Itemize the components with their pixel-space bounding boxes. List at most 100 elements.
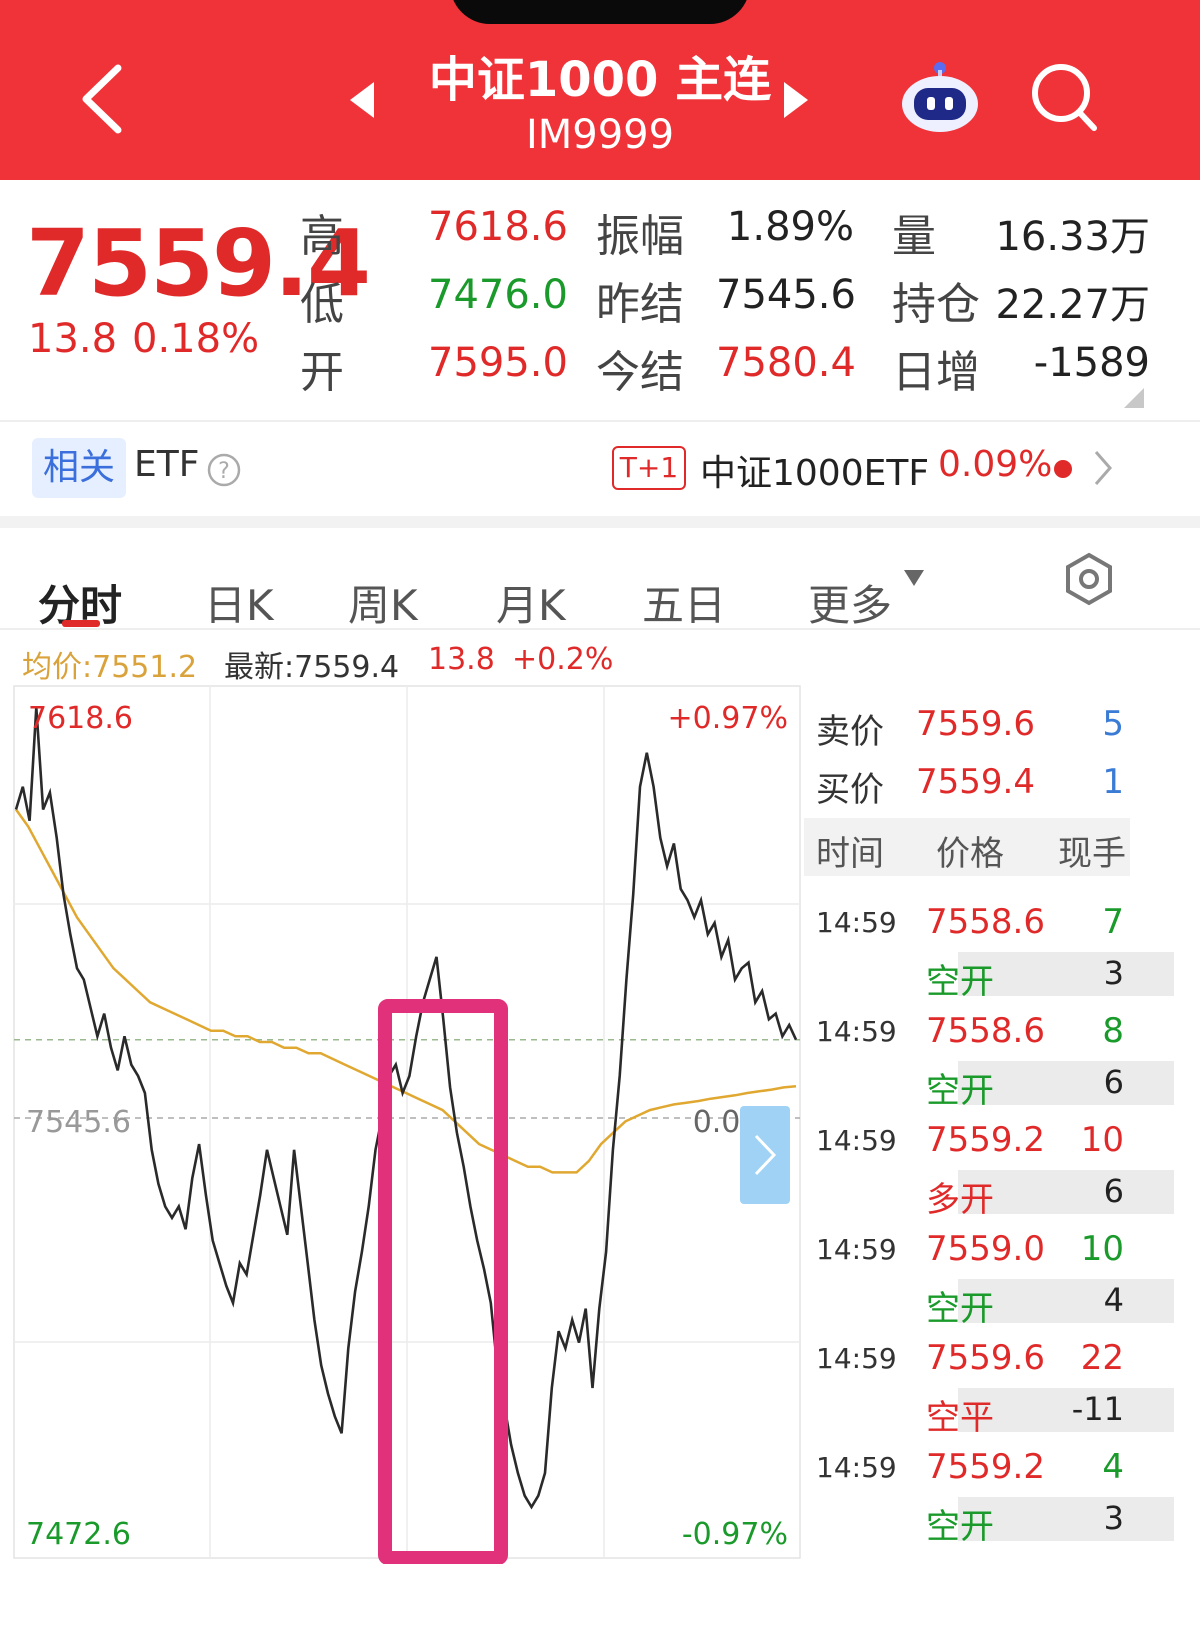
- tab-more[interactable]: 更多: [808, 572, 892, 633]
- tick-delta: 3: [1103, 954, 1124, 992]
- buy-price: 7559.4: [916, 762, 1035, 802]
- quote-label-3-l3: 日增: [892, 347, 980, 398]
- etf-pct: 0.09%: [938, 444, 1053, 485]
- tick-type: 空开: [926, 1507, 994, 1547]
- search-icon[interactable]: [1030, 62, 1100, 134]
- hexagon-settings-icon[interactable]: [1062, 552, 1116, 606]
- quote-label-2-l3: 持仓: [892, 279, 980, 330]
- tab-daily-k[interactable]: 日K: [204, 572, 274, 633]
- tick-header-qty: 现手: [1058, 834, 1126, 874]
- intraday-chart[interactable]: 7618.6 +0.97% 7545.6 0.00% 7472.6 -0.97%: [0, 684, 802, 1564]
- divider: [0, 628, 1200, 630]
- tick-delta: 3: [1103, 1499, 1124, 1537]
- chevron-right-icon[interactable]: [1092, 448, 1114, 488]
- side-expand-button[interactable]: [740, 1106, 790, 1204]
- latest-price: 最新:7559.4: [224, 650, 400, 685]
- quote-value-2-v2: 7545.6: [716, 272, 856, 318]
- caret-down-icon[interactable]: [902, 568, 926, 588]
- camera-notch: [450, 0, 750, 24]
- price-change-pct: 0.18%: [132, 316, 260, 362]
- t-plus-one-badge: T+1: [612, 446, 686, 490]
- quote-label-3-l1: 开: [300, 347, 344, 398]
- tick-time: 14:59: [816, 1124, 897, 1157]
- tick-time: 14:59: [816, 1451, 897, 1484]
- buy-qty: 1: [1102, 762, 1124, 802]
- sell-label: 卖价: [816, 712, 884, 752]
- quote-label-2-l2: 昨结: [596, 279, 684, 330]
- info-change: 13.8: [428, 642, 495, 677]
- tick-delta: 4: [1103, 1281, 1124, 1319]
- quote-value-1-v3: 16.33万: [995, 214, 1150, 260]
- tick-price: 7559.2: [926, 1120, 1045, 1160]
- tick-header-time: 时间: [816, 834, 884, 874]
- chevron-left-icon[interactable]: [78, 64, 128, 134]
- quote-label-1-l1: 高: [300, 211, 344, 262]
- tick-price: 7559.0: [926, 1229, 1045, 1269]
- related-etf-row[interactable]: 相关 ETF ? T+1 中证1000ETF 0.09%: [0, 430, 1200, 516]
- quote-label-2-l1: 低: [300, 279, 344, 330]
- etf-label: ETF: [134, 444, 200, 485]
- tick-price: 7558.6: [926, 1011, 1045, 1051]
- tick-time: 14:59: [816, 1233, 897, 1266]
- tick-price: 7558.6: [926, 902, 1045, 942]
- tick-time: 14:59: [816, 1015, 897, 1048]
- quote-value-1-v1: 7618.6: [428, 204, 568, 250]
- tick-time: 14:59: [816, 1342, 897, 1375]
- tick-delta: 6: [1103, 1172, 1124, 1210]
- sell-price: 7559.6: [916, 704, 1035, 744]
- y-min-label: 7472.6: [26, 1517, 131, 1552]
- buy-label: 买价: [816, 770, 884, 810]
- tick-qty: 7: [1102, 902, 1124, 942]
- tick-price: 7559.2: [926, 1447, 1045, 1487]
- info-pct: +0.2%: [512, 642, 614, 677]
- corner-resize-icon: [1124, 388, 1144, 408]
- quote-value-1-v2: 1.89%: [726, 204, 854, 250]
- triangle-right-icon[interactable]: [782, 80, 810, 120]
- robot-icon[interactable]: [898, 60, 982, 136]
- etf-name: 中证1000ETF: [700, 453, 930, 494]
- quote-label-3-l2: 今结: [596, 347, 684, 398]
- related-tag: 相关: [32, 438, 126, 498]
- price-change: 13.8: [28, 316, 118, 362]
- tick-type: 多开: [926, 1180, 994, 1220]
- status-dot: [1054, 460, 1072, 478]
- avg-price: 均价:7551.2: [22, 650, 198, 685]
- tick-header-price: 价格: [936, 834, 1004, 874]
- quote-label-1-l2: 振幅: [596, 211, 684, 262]
- tick-delta: 6: [1103, 1063, 1124, 1101]
- pct-min-label: -0.97%: [682, 1517, 788, 1552]
- page-title: 中证1000 主连: [428, 52, 772, 108]
- divider: [0, 420, 1200, 422]
- contract-code: IM9999: [525, 112, 675, 158]
- pct-max-label: +0.97%: [668, 701, 788, 736]
- tick-type: 空开: [926, 962, 994, 1002]
- tick-price: 7559.6: [926, 1338, 1045, 1378]
- y-max-label: 7618.6: [28, 701, 133, 736]
- tick-qty: 10: [1080, 1120, 1124, 1160]
- tick-qty: 8: [1102, 1011, 1124, 1051]
- svg-text:?: ?: [218, 459, 230, 484]
- question-circle-icon[interactable]: ?: [206, 452, 242, 488]
- quote-value-2-v1: 7476.0: [428, 272, 568, 318]
- tab-weekly-k[interactable]: 周K: [348, 572, 418, 633]
- quote-value-2-v3: 22.27万: [995, 282, 1150, 328]
- quote-label-1-l3: 量: [892, 211, 936, 262]
- tick-type: 空开: [926, 1289, 994, 1329]
- tab-five-day[interactable]: 五日: [642, 572, 726, 633]
- quote-value-3-v1: 7595.0: [428, 340, 568, 386]
- top-header: 中证1000 主连 IM9999: [0, 0, 1200, 180]
- y-ref-label: 7545.6: [26, 1105, 131, 1140]
- quote-value-3-v2: 7580.4: [716, 340, 856, 386]
- tick-type: 空平: [926, 1398, 994, 1438]
- active-tab-indicator: [62, 620, 100, 627]
- sell-qty: 5: [1102, 704, 1124, 744]
- tick-time: 14:59: [816, 906, 897, 939]
- tick-qty: 22: [1080, 1338, 1124, 1378]
- quote-value-3-v3: -1589: [1033, 340, 1150, 386]
- tick-qty: 10: [1080, 1229, 1124, 1269]
- tick-type: 空开: [926, 1071, 994, 1111]
- section-gap: [0, 516, 1200, 528]
- tick-delta: -11: [1071, 1390, 1124, 1428]
- tick-qty: 4: [1102, 1447, 1124, 1487]
- tab-monthly-k[interactable]: 月K: [496, 572, 566, 633]
